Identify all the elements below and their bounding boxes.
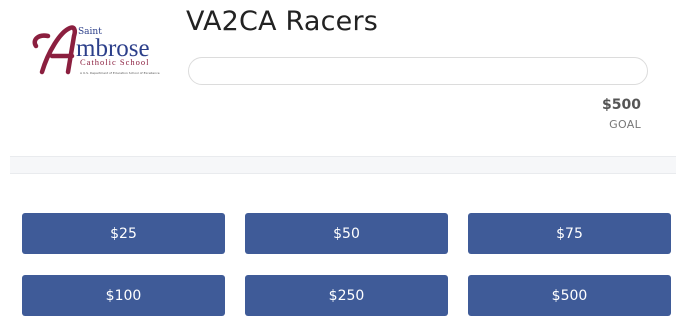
goal-label: GOAL	[609, 118, 641, 131]
donate-75-button[interactable]: $75	[468, 213, 671, 254]
school-logo: Saint mbrose Catholic School A U.S. Depa…	[32, 25, 160, 75]
donate-25-button[interactable]: $25	[22, 213, 225, 254]
donate-250-button[interactable]: $250	[245, 275, 448, 316]
donate-50-button[interactable]: $50	[245, 213, 448, 254]
logo-a-glyph	[32, 25, 78, 75]
campaign-title: VA2CA Racers	[186, 6, 379, 37]
fundraising-progress-bar	[188, 57, 648, 85]
section-divider	[10, 156, 676, 174]
logo-school-text: Catholic School	[80, 57, 150, 67]
logo-tagline-text: A U.S. Department of Education School of…	[80, 71, 160, 75]
goal-amount: $500	[602, 97, 641, 113]
donate-500-button[interactable]: $500	[468, 275, 671, 316]
donate-100-button[interactable]: $100	[22, 275, 225, 316]
